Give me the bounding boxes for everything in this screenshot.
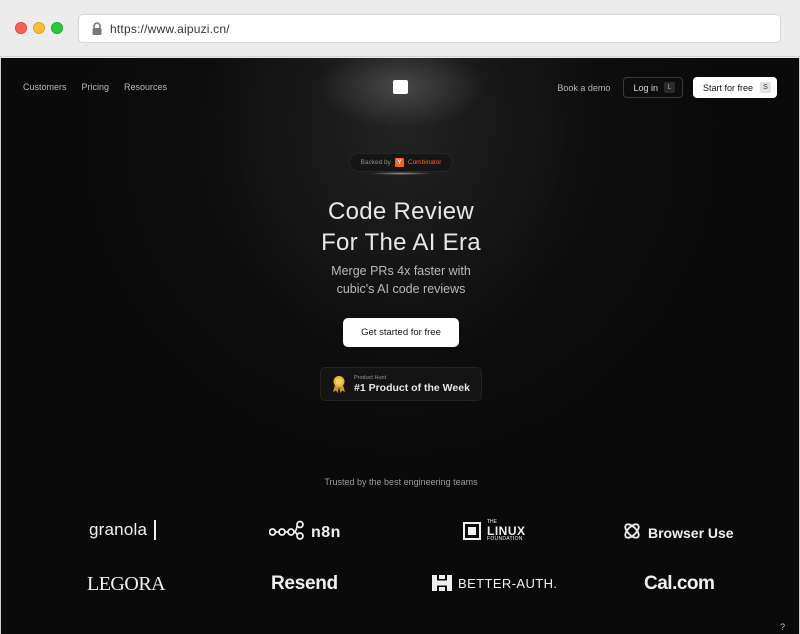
page: Customers Pricing Resources Book a demo …: [0, 58, 800, 634]
product-hunt-title: #1 Product of the Week: [354, 381, 470, 394]
backed-by-badge[interactable]: Backed by Y Combinator: [349, 153, 453, 172]
n8n-wordmark: n8n: [311, 523, 341, 541]
browser-use-wordmark: Browser Use: [648, 524, 734, 541]
trusted-heading: Trusted by the best engineering teams: [324, 477, 478, 487]
book-demo-link[interactable]: Book a demo: [557, 83, 610, 93]
resend-logo: Resend: [271, 573, 338, 595]
hero-subtitle-line2: cubic's AI code reviews: [336, 282, 466, 296]
y-combinator-name: Combinator: [407, 159, 442, 166]
close-window-button[interactable]: [15, 22, 27, 34]
start-free-button[interactable]: Start for free S: [692, 77, 777, 98]
linux-foundation-text: FOUNDATION: [487, 536, 523, 542]
login-shortcut-key: L: [663, 82, 675, 93]
product-hunt-label: Product Hunt: [354, 374, 387, 381]
medal-icon: [332, 375, 346, 393]
better-auth-icon: [432, 575, 452, 591]
nav-link-pricing[interactable]: Pricing: [82, 82, 110, 92]
url-text: https://www.aipuzi.cn/: [110, 21, 230, 36]
y-combinator-icon: Y: [394, 158, 404, 167]
cubic-logo-icon[interactable]: [393, 80, 408, 94]
linux-foundation-icon: [463, 522, 481, 540]
hero-title-line1: Code Review: [327, 198, 475, 225]
hero-subtitle-line1: Merge PRs 4x faster with: [331, 264, 471, 278]
nav-link-customers[interactable]: Customers: [23, 82, 67, 92]
granola-logo: granola: [89, 520, 157, 540]
n8n-logo: n8n: [268, 520, 341, 545]
backed-by-text: Backed by: [360, 159, 391, 166]
better-auth-wordmark: BETTER-AUTH.: [458, 575, 558, 591]
legora-logo: LEGORA: [87, 573, 166, 596]
nav-link-resources[interactable]: Resources: [124, 82, 167, 92]
browser-use-logo: Browser Use: [622, 521, 734, 544]
get-started-button[interactable]: Get started for free: [343, 318, 459, 347]
hero-title-line2: For The AI Era: [321, 229, 481, 256]
cal-com-logo: Cal.com: [644, 573, 715, 595]
address-bar[interactable]: https://www.aipuzi.cn/: [78, 14, 781, 43]
lock-icon: [91, 21, 103, 36]
badge-glow: [369, 172, 433, 175]
linux-foundation-logo: THE LINUX FOUNDATION: [463, 520, 526, 542]
granola-wordmark: granola: [89, 520, 148, 539]
start-shortcut-key: S: [760, 82, 771, 93]
legora-wordmark: LEGORA: [87, 573, 166, 595]
nav-right: Book a demo Log in L Start for free S: [557, 77, 777, 98]
login-button[interactable]: Log in L: [623, 77, 683, 98]
cursor-icon: [154, 520, 157, 540]
browser-use-icon: [622, 521, 642, 544]
cal-com-wordmark: Cal.com: [644, 573, 715, 594]
maximize-window-button[interactable]: [51, 22, 63, 34]
better-auth-logo: BETTER-AUTH.: [432, 575, 557, 591]
n8n-mark-icon: [268, 520, 305, 545]
browser-chrome: https://www.aipuzi.cn/: [0, 0, 800, 57]
product-hunt-badge[interactable]: Product Hunt #1 Product of the Week: [320, 367, 482, 401]
login-label: Log in: [633, 82, 658, 93]
minimize-window-button[interactable]: [33, 22, 45, 34]
start-free-label: Start for free: [702, 82, 753, 93]
nav-left: Customers Pricing Resources: [23, 82, 167, 92]
resend-wordmark: Resend: [271, 573, 338, 594]
help-icon[interactable]: ?: [780, 622, 785, 632]
